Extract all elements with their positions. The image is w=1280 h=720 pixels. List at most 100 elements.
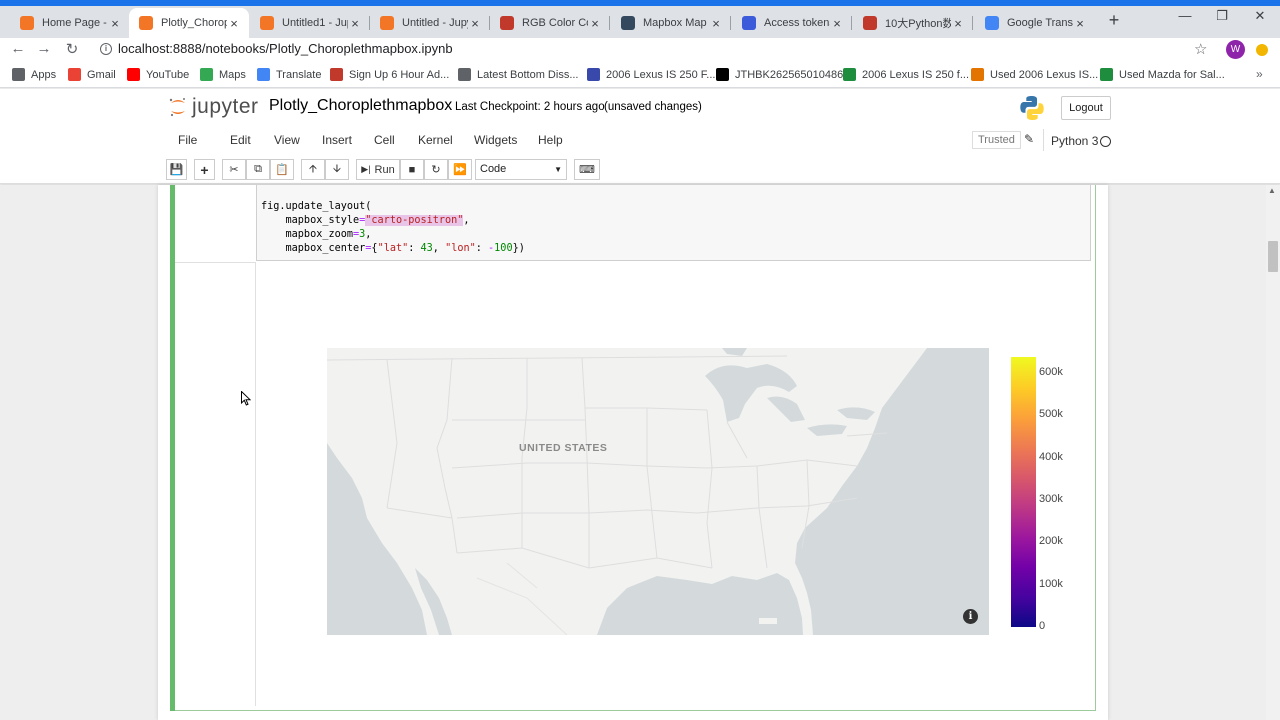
- kernel-name[interactable]: Python 3: [1051, 134, 1098, 148]
- jupyter-logo[interactable]: jupyter: [168, 95, 259, 119]
- tab-favicon-icon: [985, 16, 999, 30]
- bookmark-item[interactable]: Translate: [257, 68, 321, 81]
- scroll-up-arrow-icon[interactable]: ▲: [1268, 186, 1276, 195]
- kernel-idle-icon: [1100, 136, 1111, 147]
- bookmark-item[interactable]: Sign Up 6 Hour Ad...: [330, 68, 449, 81]
- tab-title: Untitled - Jupy: [402, 17, 468, 29]
- tab-close-icon[interactable]: ×: [348, 16, 362, 31]
- scrollbar-thumb[interactable]: [1268, 241, 1278, 272]
- more-bookmarks-icon[interactable]: »: [1256, 67, 1263, 81]
- tab-title: Plotly_Choropl: [161, 17, 227, 29]
- menu-help[interactable]: Help: [538, 131, 563, 149]
- browser-tab[interactable]: Google Transla×: [975, 8, 1095, 38]
- run-step-icon: ▶|: [361, 164, 371, 174]
- menu-file[interactable]: File: [178, 131, 197, 149]
- bookmark-item[interactable]: Latest Bottom Diss...: [458, 68, 578, 81]
- browser-tab[interactable]: 10大Python数 ×: [853, 8, 973, 38]
- menu-widgets[interactable]: Widgets: [474, 131, 517, 149]
- tab-close-icon[interactable]: ×: [709, 16, 723, 31]
- run-label: Run: [374, 163, 395, 176]
- cut-icon[interactable]: ✂: [222, 159, 246, 180]
- bookmark-item[interactable]: Used Mazda for Sal...: [1100, 68, 1225, 81]
- bookmark-item[interactable]: 2006 Lexus IS 250 f...: [843, 68, 969, 81]
- logout-button[interactable]: Logout: [1061, 96, 1111, 120]
- browser-tab[interactable]: Mapbox Map L ×: [611, 8, 731, 38]
- insert-cell-icon[interactable]: +: [194, 159, 215, 180]
- notebook-name[interactable]: Plotly_Choroplethmapbox: [269, 97, 452, 115]
- cell-type-select[interactable]: Code ▼: [475, 159, 567, 180]
- autosave-status: (unsaved changes): [604, 101, 702, 113]
- move-up-icon[interactable]: 🡩: [301, 159, 325, 180]
- bookmark-item[interactable]: Maps: [200, 68, 246, 81]
- python-logo-icon: [1020, 96, 1044, 120]
- bookmark-label: JTHBK262565010486...: [735, 68, 853, 81]
- tab-close-icon[interactable]: ×: [588, 16, 602, 31]
- globe-icon: [458, 68, 471, 81]
- tab-close-icon[interactable]: ×: [227, 16, 241, 31]
- copy-icon[interactable]: ⧉: [246, 159, 270, 180]
- tab-favicon-icon: [621, 16, 635, 30]
- bookmarks-bar: Apps Gmail YouTube Maps Translate Sign Up 6 H…: [0, 62, 1280, 88]
- tab-close-icon[interactable]: ×: [951, 16, 965, 31]
- bookmark-label: Gmail: [87, 68, 116, 81]
- new-tab-icon[interactable]: +: [1104, 10, 1124, 31]
- forward-icon[interactable]: →: [34, 40, 54, 57]
- back-icon[interactable]: ←: [8, 40, 28, 57]
- menu-kernel[interactable]: Kernel: [418, 131, 453, 149]
- tab-close-icon[interactable]: ×: [1073, 16, 1087, 31]
- url-field[interactable]: i localhost:8888/notebooks/Plotly_Chorop…: [100, 41, 453, 56]
- bookmark-label: 2006 Lexus IS 250 f...: [862, 68, 970, 81]
- browser-tab[interactable]: Untitled1 - Jup ×: [250, 8, 370, 38]
- menu-cell[interactable]: Cell: [374, 131, 395, 149]
- menu-edit[interactable]: Edit: [230, 131, 251, 149]
- tab-close-icon[interactable]: ×: [468, 16, 482, 31]
- code-editor[interactable]: fig.update_layout( mapbox_style="carto-p…: [261, 200, 525, 256]
- jupyter-wordmark: jupyter: [192, 95, 259, 118]
- tab-close-icon[interactable]: ×: [830, 16, 844, 31]
- url-text: localhost:8888/notebooks/Plotly_Chorople…: [118, 41, 453, 56]
- profile-avatar[interactable]: W: [1226, 40, 1245, 59]
- paste-icon[interactable]: 📋: [270, 159, 294, 180]
- colorbar-tick-label: 500k: [1039, 408, 1063, 421]
- browser-tab[interactable]: Plotly_Choropl ×: [129, 8, 249, 38]
- bookmark-item[interactable]: 2006 Lexus IS 250 F...: [587, 68, 715, 81]
- minimize-icon[interactable]: —: [1170, 8, 1200, 23]
- choropleth-map[interactable]: UNITED STATES: [327, 348, 989, 635]
- browser-tab[interactable]: Access tokens ×: [732, 8, 852, 38]
- restore-icon[interactable]: ❐: [1207, 8, 1237, 24]
- site-info-icon[interactable]: i: [100, 42, 112, 55]
- tab-close-icon[interactable]: ×: [108, 16, 122, 31]
- tab-favicon-icon: [742, 16, 756, 30]
- tab-favicon-icon: [260, 16, 274, 30]
- map-attribution-info-icon[interactable]: i: [963, 609, 978, 624]
- save-icon[interactable]: 💾: [166, 159, 187, 180]
- bookmark-item[interactable]: YouTube: [127, 68, 189, 81]
- interrupt-icon[interactable]: ■: [400, 159, 424, 180]
- restart-icon[interactable]: ↻: [424, 159, 448, 180]
- bookmark-item[interactable]: Gmail: [68, 68, 116, 81]
- move-down-icon[interactable]: 🡫: [325, 159, 349, 180]
- code-string-style: "carto-positron": [365, 215, 464, 226]
- browser-tab[interactable]: RGB Color Cod×: [490, 8, 610, 38]
- bookmark-item[interactable]: JTHBK262565010486...: [716, 68, 852, 81]
- bookmark-star-icon[interactable]: ☆: [1194, 40, 1207, 58]
- code-input[interactable]: fig.update_layout( mapbox_style="carto-p…: [256, 185, 1091, 261]
- youtube-icon: [127, 68, 140, 81]
- bookmark-label: Used 2006 Lexus IS...: [990, 68, 1099, 81]
- reload-icon[interactable]: ↻: [62, 40, 82, 58]
- keyboard-shortcuts-icon[interactable]: ⌨: [574, 159, 600, 180]
- bookmark-label: 2006 Lexus IS 250 F...: [606, 68, 716, 81]
- browser-tab[interactable]: Untitled - Jupy ×: [370, 8, 490, 38]
- bookmark-item[interactable]: Apps: [12, 68, 56, 81]
- extension-icon[interactable]: [1256, 44, 1268, 56]
- browser-tab[interactable]: Home Page - S×: [10, 8, 130, 38]
- restart-run-all-icon[interactable]: ⏩: [448, 159, 472, 180]
- close-window-icon[interactable]: ✕: [1245, 8, 1275, 24]
- colorbar-tick-label: 100k: [1039, 577, 1063, 590]
- edit-pencil-icon[interactable]: ✎: [1024, 132, 1034, 146]
- run-button[interactable]: ▶| Run: [356, 159, 400, 180]
- menu-insert[interactable]: Insert: [322, 131, 352, 149]
- menu-view[interactable]: View: [274, 131, 300, 149]
- trusted-indicator[interactable]: Trusted: [972, 131, 1021, 149]
- bookmark-item[interactable]: Used 2006 Lexus IS...: [971, 68, 1098, 81]
